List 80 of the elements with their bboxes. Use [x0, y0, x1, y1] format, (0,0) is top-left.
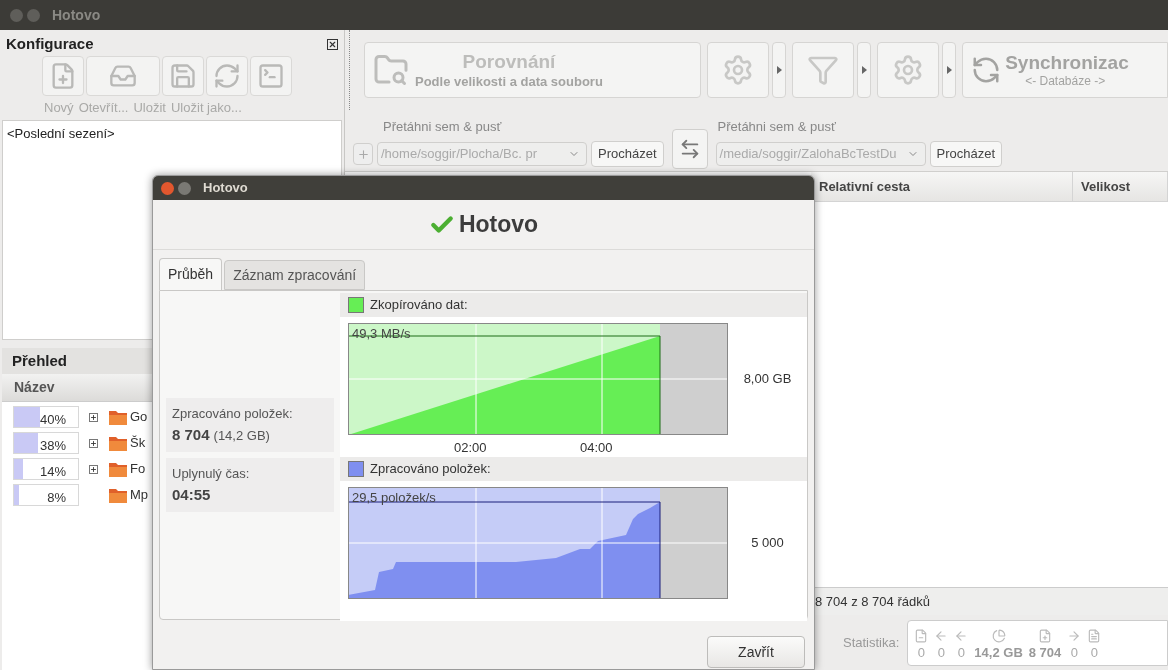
rate-label: 49,3 MB/s	[352, 327, 411, 340]
file-icon	[1087, 629, 1102, 643]
folder-name: Fo	[130, 460, 146, 479]
close-icon	[328, 39, 337, 49]
section-title: Přehled	[12, 350, 68, 371]
expand-icon[interactable]	[89, 412, 98, 422]
rate-label: 29,5 položek/s	[352, 491, 436, 504]
arrow-right-icon	[1067, 629, 1082, 643]
maximize-window-button[interactable]	[178, 181, 191, 195]
drop-hint: Přetáhni sem & pusť	[382, 117, 503, 136]
sync-icon	[971, 55, 1002, 85]
tool-label: Nový	[44, 99, 74, 118]
file-minus-icon	[914, 629, 929, 643]
window-title: Hotovo	[52, 5, 101, 25]
table-column-header[interactable]: Relativní cesta	[811, 172, 1073, 202]
refresh-icon	[213, 62, 241, 90]
file-plus-icon	[1038, 629, 1053, 643]
close-panel-button[interactable]	[327, 38, 338, 50]
axis-max-label: 5 000	[751, 534, 784, 553]
funnel-icon	[807, 54, 840, 86]
tool-label: Otevřít...	[78, 99, 129, 118]
terminal-icon	[257, 62, 285, 90]
percent-value: 38%	[39, 437, 66, 455]
tool-label: Uložit jako...	[171, 99, 242, 118]
folder-icon	[108, 434, 128, 452]
stat-label: Uplynulý čas:	[172, 465, 251, 483]
statistic-value: 0	[937, 644, 945, 662]
row-count: 8 704 z 8 704 řádků	[814, 592, 930, 611]
pie-chart-icon	[991, 629, 1006, 643]
statistic-value: 0	[1090, 644, 1098, 662]
folder-name: Šk	[130, 434, 146, 453]
folder-icon	[108, 408, 128, 426]
swap-button[interactable]	[671, 129, 708, 169]
drop-hint: Přetáhni sem & pusť	[716, 117, 837, 136]
statistics-label: Statistika:	[843, 633, 900, 652]
stat-label: Zpracováno položek:	[172, 405, 294, 423]
percent-value: 8%	[47, 489, 66, 507]
dialog-heading: Hotovo	[458, 210, 539, 240]
triangle-right-icon	[946, 66, 952, 74]
add-folder-button[interactable]	[353, 143, 373, 165]
folder-name: Mp	[130, 486, 149, 505]
panel-title: Konfigurace	[6, 33, 94, 54]
folder-search-icon	[373, 52, 409, 88]
axis-max-label: 8,00 GB	[743, 370, 792, 389]
close-window-button[interactable]	[161, 181, 174, 195]
browse-button[interactable]: Procházet	[591, 141, 664, 167]
stat-value: 04:55	[172, 484, 211, 505]
expand-icon[interactable]	[89, 464, 98, 474]
graph-legend: Zkopírováno dat:	[370, 295, 468, 315]
tool-label: Uložit	[133, 99, 166, 118]
tab[interactable]: Záznam zpracování	[224, 260, 366, 290]
statistic-value: 0	[957, 644, 965, 662]
close-window-button[interactable]	[10, 8, 23, 22]
plus-icon	[356, 147, 370, 161]
statistic-value: 0	[917, 644, 925, 662]
table-column-header[interactable]: Velikost	[1073, 172, 1168, 202]
close-button[interactable]: Zavřít	[707, 636, 805, 668]
statistic-value: 0	[1070, 644, 1078, 662]
percent-value: 14%	[39, 463, 66, 481]
dropdown-button[interactable]	[942, 42, 957, 98]
percent-value: 40%	[39, 411, 66, 429]
dropdown-button[interactable]	[857, 42, 872, 98]
session-item[interactable]: <Poslední sezení>	[3, 124, 341, 144]
dropdown-button[interactable]	[772, 42, 787, 98]
statistic-value: 8 704	[1028, 644, 1062, 662]
maximize-window-button[interactable]	[27, 8, 40, 22]
triangle-right-icon	[861, 66, 867, 74]
graph-legend: Zpracováno položek:	[370, 459, 491, 479]
folder-icon	[108, 486, 128, 504]
folder-icon	[108, 460, 128, 478]
triangle-right-icon	[776, 66, 782, 74]
axis-tick-label: 04:00	[580, 439, 613, 457]
dialog-title: Hotovo	[203, 179, 248, 198]
floppy-icon	[169, 62, 197, 90]
axis-tick-label: 02:00	[454, 439, 487, 457]
statistic-value: 14,2 GB	[974, 644, 1023, 662]
expand-icon[interactable]	[89, 438, 98, 448]
tab[interactable]: Průběh	[159, 258, 223, 290]
folder-name: Go	[130, 408, 148, 427]
browse-button[interactable]: Procházet	[929, 141, 1003, 167]
